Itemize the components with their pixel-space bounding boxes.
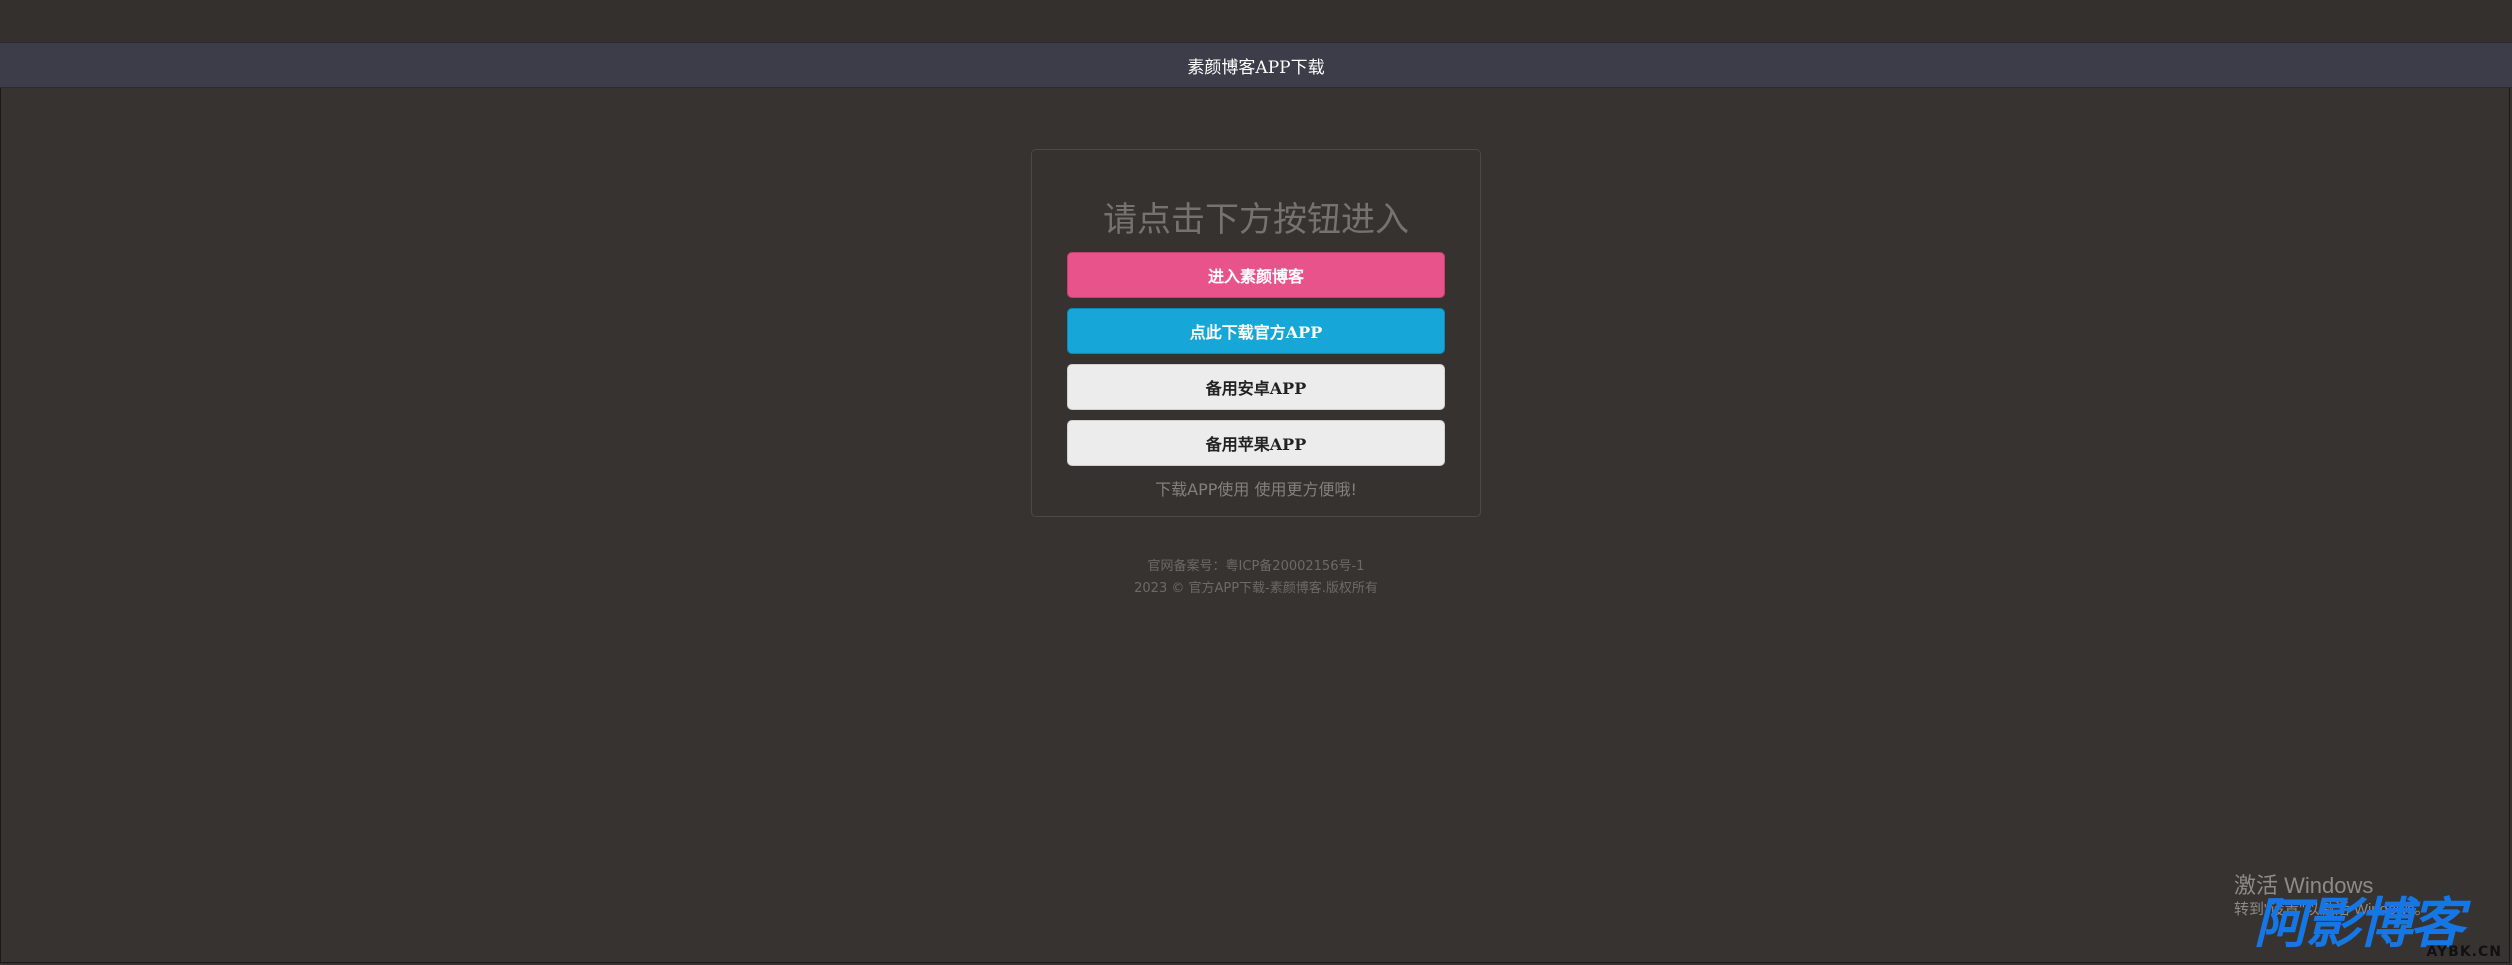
- backup-ios-app-button[interactable]: 备用苹果APP: [1067, 420, 1445, 466]
- copyright-text: 2023 © 官方APP下载-素颜博客.版权所有: [1134, 581, 1378, 596]
- top-strip: [0, 0, 2512, 42]
- card-note: 下载APP使用 使用更方便哦!: [1155, 480, 1357, 499]
- icp-link[interactable]: 官网备案号：粤ICP备20002156号-1: [1148, 559, 1365, 574]
- footer: 官网备案号：粤ICP备20002156号-1 2023 © 官方APP下载-素颜…: [1031, 556, 1481, 600]
- header-title: 素颜博客APP下载: [1187, 57, 1325, 78]
- header-bar: 素颜博客APP下载: [0, 42, 2512, 88]
- backup-android-app-button[interactable]: 备用安卓APP: [1067, 364, 1445, 410]
- download-official-app-button[interactable]: 点此下载官方APP: [1067, 308, 1445, 354]
- download-card: 请点击下方按钮进入 进入素颜博客 点此下载官方APP 备用安卓APP 备用苹果A…: [1031, 149, 1481, 517]
- enter-blog-button[interactable]: 进入素颜博客: [1067, 252, 1445, 298]
- card-heading: 请点击下方按钮进入: [1103, 200, 1409, 240]
- watermark-logo: 阿影博客 AYBK.CN: [2254, 894, 2504, 961]
- watermark-sub-text: AYBK.CN: [2426, 944, 2502, 960]
